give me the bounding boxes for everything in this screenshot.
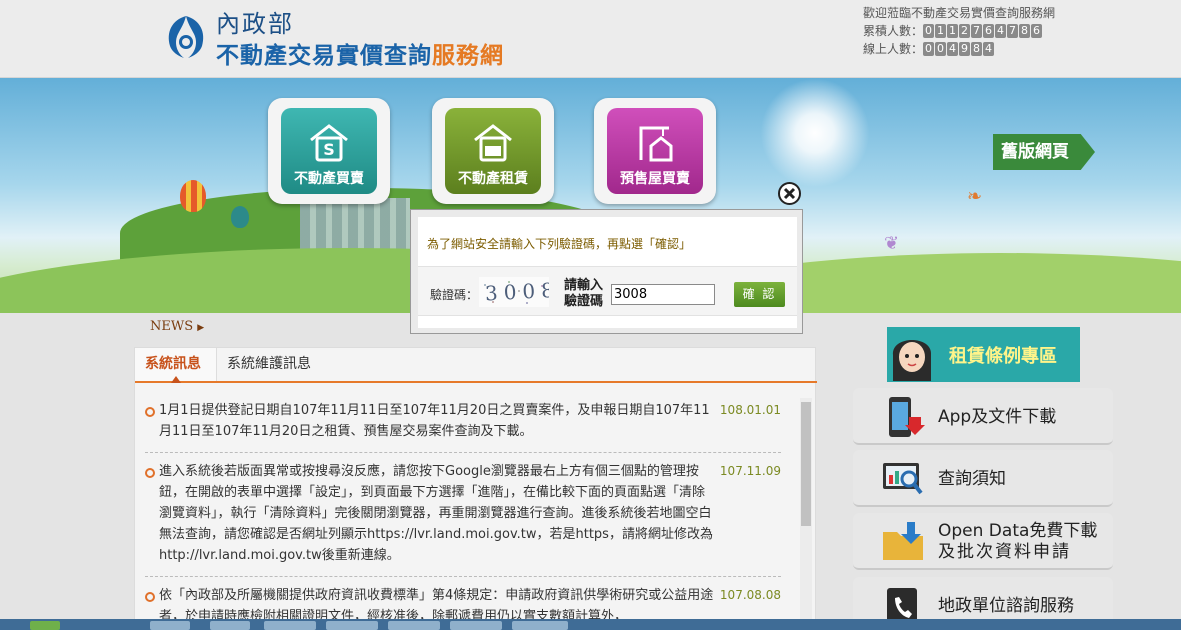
online-visitors-digit: 4 (983, 42, 995, 56)
news-item[interactable]: 進入系統後若版面異常或按搜尋沒反應，請您按下Google瀏覽器最右上方有個三個點… (145, 453, 781, 577)
close-icon (783, 187, 796, 200)
category-rent-label: 不動產租賃 (458, 171, 528, 187)
site-header: 內政部 不動產交易實價查詢服務網 歡迎蒞臨不動產交易實價查詢服務網 累積人數： … (0, 0, 1181, 78)
total-visitors-digit: 1 (947, 24, 959, 38)
folder-download-icon (883, 522, 923, 560)
captcha-dialog: 為了網站安全請輸入下列驗證碼，再點選「確認」 驗證碼： 3008 請輸入 驗證碼… (410, 209, 803, 334)
total-visitors-digit: 2 (959, 24, 971, 38)
butterfly-icon: ❧ (967, 186, 983, 207)
rental-regulations-banner[interactable]: 租賃條例專區 (887, 327, 1080, 382)
taskbar-item[interactable] (210, 621, 250, 630)
online-visitors-digit: 9 (959, 42, 971, 56)
category-sale-label: 不動產買賣 (294, 171, 364, 187)
old-version-button[interactable]: 舊版網頁 (993, 134, 1095, 170)
news-list: 1月1日提供登記日期自107年11月11日至107年11月20日之買賣案件，及申… (145, 392, 781, 630)
total-visitors-digit: 7 (971, 24, 983, 38)
news-scrollbar[interactable] (800, 398, 812, 630)
total-visitors-digit: 6 (1031, 24, 1043, 38)
news-item-text: 1月1日提供登記日期自107年11月11日至107年11月20日之買賣案件，及申… (159, 403, 710, 439)
open-data-button[interactable]: Open Data免費下載 及批次資料申請 (853, 513, 1113, 570)
app-download-label: App及文件下載 (938, 407, 1057, 427)
total-visitors-digit: 1 (935, 24, 947, 38)
online-visitors-digit: 8 (971, 42, 983, 56)
news-item-date: 107.08.08 (719, 588, 781, 602)
total-visitors-digits: 0112764786 (923, 24, 1043, 38)
captcha-image: 3008 (479, 277, 549, 307)
captcha-input[interactable] (611, 284, 715, 305)
captcha-label: 驗證碼： (430, 288, 479, 302)
house-for-rent-icon (474, 124, 512, 162)
site-org: 內政部 (216, 10, 294, 38)
open-data-label-line2: 及批次資料申請 (938, 542, 1071, 562)
svg-text:S: S (323, 140, 335, 159)
taskbar-item[interactable] (264, 621, 316, 630)
online-visitors-digit: 0 (935, 42, 947, 56)
captcha-instruction: 為了網站安全請輸入下列驗證碼，再點選「確認」 (427, 237, 692, 251)
category-sale-button[interactable]: S 不動產買賣 (268, 98, 390, 204)
online-visitors-label: 線上人數： (863, 42, 924, 56)
query-notice-button[interactable]: 查詢須知 (853, 450, 1113, 507)
ministry-logo-icon (168, 16, 204, 58)
taskbar-item[interactable] (512, 621, 568, 630)
online-visitors-digit: 4 (947, 42, 959, 56)
triangle-right-icon: ▶ (197, 323, 205, 333)
crane-house-icon (639, 126, 673, 162)
enter-captcha-label-line1: 請輸入 (564, 278, 604, 293)
balloon-icon (180, 180, 206, 212)
online-visitors-digits: 004984 (923, 42, 995, 56)
os-taskbar (0, 619, 1181, 630)
enter-captcha-label: 請輸入 驗證碼 (564, 278, 603, 310)
taskbar-item[interactable] (388, 621, 440, 630)
monitor-search-icon (883, 463, 923, 495)
query-notice-label: 查詢須知 (938, 469, 1006, 489)
total-visitors-label: 累積人數： (863, 24, 924, 38)
news-heading: NEWS ▶ (150, 319, 204, 334)
total-visitors-digit: 0 (923, 24, 935, 38)
news-item-text: 進入系統後若版面異常或按搜尋沒反應，請您按下Google瀏覽器最右上方有個三個點… (159, 464, 713, 563)
svg-text:3008: 3008 (484, 278, 549, 306)
captcha-row: 驗證碼： 3008 請輸入 驗證碼 確 認 (418, 266, 797, 316)
online-visitors-digit: 0 (923, 42, 935, 56)
news-item-date: 108.01.01 (719, 403, 781, 417)
modal-close-button[interactable] (778, 182, 801, 205)
taskbar-item[interactable] (326, 621, 378, 630)
news-item-date: 107.11.09 (719, 464, 781, 478)
rental-banner-text: 租賃條例專區 (949, 346, 1057, 367)
site-title-accent: 服務網 (432, 43, 504, 69)
total-visitors-digit: 4 (995, 24, 1007, 38)
taskbar-item[interactable] (150, 621, 190, 630)
balloon-icon (231, 206, 249, 228)
category-presale-label: 預售屋買賣 (620, 171, 690, 187)
tab-system-messages[interactable]: 系統訊息 (135, 348, 217, 383)
news-heading-text: NEWS (150, 319, 194, 334)
category-rent-button[interactable]: 不動產租賃 (432, 98, 554, 204)
category-presale-button[interactable]: 預售屋買賣 (594, 98, 716, 204)
app-download-button[interactable]: App及文件下載 (853, 388, 1113, 445)
scroll-thumb[interactable] (801, 402, 811, 526)
sun-decoration (760, 78, 870, 188)
butterfly-icon: ❦ (884, 233, 900, 254)
visitor-counter: 歡迎蒞臨不動產交易實價查詢服務網 累積人數： 0112764786 線上人數： … (863, 4, 1055, 58)
site-title[interactable]: 不動產交易實價查詢服務網 (216, 36, 504, 70)
woman-avatar-icon (892, 340, 932, 381)
news-panel: 系統訊息 系統維護訊息 1月1日提供登記日期自107年11月11日至107年11… (134, 347, 817, 630)
tab-maintenance-messages[interactable]: 系統維護訊息 (217, 348, 321, 381)
welcome-text: 歡迎蒞臨不動產交易實價查詢服務網 (863, 6, 1056, 20)
total-visitors-digit: 6 (983, 24, 995, 38)
site-title-main: 不動產交易實價查詢 (216, 43, 432, 69)
land-office-service-label: 地政單位諮詢服務 (938, 596, 1074, 616)
news-item[interactable]: 1月1日提供登記日期自107年11月11日至107年11月20日之買賣案件，及申… (145, 392, 781, 453)
confirm-button[interactable]: 確 認 (734, 282, 785, 307)
start-button[interactable] (30, 621, 60, 630)
mobile-download-icon (889, 397, 925, 437)
house-dollar-icon: S (310, 124, 348, 162)
open-data-label-line1: Open Data免費下載 (938, 521, 1098, 541)
taskbar-item[interactable] (450, 621, 502, 630)
news-tabs: 系統訊息 系統維護訊息 (135, 348, 817, 383)
total-visitors-digit: 7 (1007, 24, 1019, 38)
enter-captcha-label-line2: 驗證碼 (564, 294, 604, 309)
total-visitors-digit: 8 (1019, 24, 1031, 38)
